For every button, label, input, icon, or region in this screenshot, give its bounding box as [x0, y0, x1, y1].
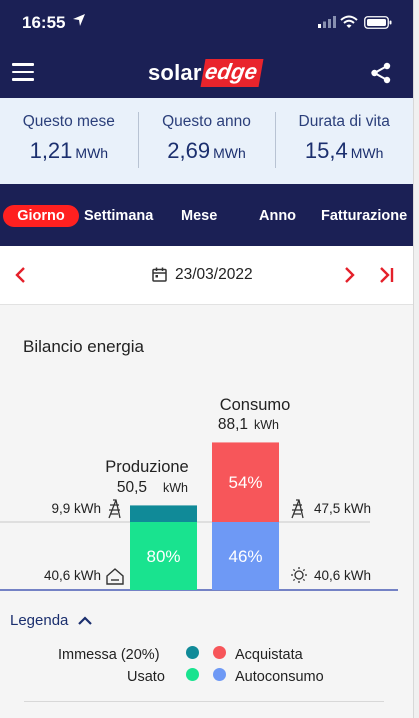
divider — [24, 701, 384, 702]
label-autoconsumo: 40,6 kWh — [314, 568, 371, 583]
window-edge — [413, 0, 419, 718]
calendar-icon — [152, 267, 167, 282]
selected-date[interactable]: 23/03/2022 — [175, 266, 253, 284]
legend-label-usato: Usato — [127, 669, 165, 685]
legend-label-autoconsumo: Autoconsumo — [235, 669, 324, 685]
total-unit-produzione: kWh — [163, 481, 188, 495]
summary-value: 1,21 — [29, 138, 73, 163]
legend-label-acquistata: Acquistata — [235, 647, 303, 663]
menu-button[interactable] — [12, 63, 36, 83]
app-screen: 16:55 solar edge Questo mese 1,21 MWh Qu… — [0, 0, 419, 718]
total-title-consumo: Consumo — [220, 396, 291, 414]
legend-dot-autoconsumo — [213, 668, 226, 681]
section-title: Bilancio energia — [23, 337, 144, 356]
legend-toggle[interactable]: Legenda — [10, 612, 93, 629]
total-unit-consumo: kWh — [254, 418, 279, 432]
percent-label-acquistata: 54% — [228, 473, 262, 492]
share-icon[interactable] — [370, 62, 392, 84]
total-title-produzione: Produzione — [105, 458, 188, 476]
summary-unit: MWh — [350, 145, 384, 161]
label-acquistata: 47,5 kWh — [314, 501, 371, 516]
grid-pylon-icon — [108, 499, 121, 519]
legend-title: Legenda — [10, 612, 69, 629]
location-arrow-icon — [73, 14, 85, 26]
chevron-up-icon — [78, 616, 93, 625]
chevron-left-icon[interactable] — [14, 267, 28, 283]
house-icon — [106, 568, 124, 585]
skip-to-last-icon[interactable] — [378, 267, 396, 283]
sun-icon — [291, 567, 307, 583]
summary-value: 2,69 — [167, 138, 211, 163]
logo-text-solar: solar — [148, 60, 202, 85]
energy-balance-chart: 80% 46% 54% Produzione 50,5 kWh Consumo … — [0, 396, 398, 591]
legend-dot-immessa — [186, 646, 199, 659]
summary-year: Questo anno 2,69 MWh — [137, 98, 276, 184]
bar-produzione-immessa[interactable] — [130, 505, 197, 522]
period-tabs: Giorno Settimana Mese Anno Fatturazione — [0, 184, 413, 246]
summary-label: Durata di vita — [298, 113, 390, 130]
percent-label-autoconsumo: 46% — [228, 547, 262, 566]
status-time: 16:55 — [22, 13, 66, 32]
summary-label: Questo anno — [162, 113, 251, 130]
tab-giorno[interactable]: Giorno — [3, 205, 79, 227]
summary-lifetime: Durata di vita 15,4 MWh — [275, 98, 413, 184]
signal-icon — [318, 16, 336, 28]
hamburger-icon-bar — [12, 70, 34, 73]
tab-settimana[interactable]: Settimana — [84, 205, 153, 227]
legend-label-immessa: Immessa (20%) — [58, 647, 160, 663]
summary-unit: MWh — [75, 145, 109, 161]
summary-label: Questo mese — [22, 113, 115, 130]
battery-icon — [364, 16, 392, 29]
energy-balance-section: Bilancio energia 80% 46% 54% Produzione … — [0, 304, 413, 718]
date-navigation: 23/03/2022 — [0, 246, 413, 304]
chevron-right-icon[interactable] — [342, 267, 356, 283]
total-value-produzione: 50,5 — [117, 479, 147, 496]
tab-mese[interactable]: Mese — [181, 205, 217, 227]
summary-unit: MWh — [213, 145, 246, 161]
tab-fatturazione[interactable]: Fatturazione — [321, 205, 407, 227]
hamburger-icon-bar — [12, 63, 34, 66]
percent-label-usato: 80% — [146, 547, 180, 566]
summary-value: 15,4 — [304, 138, 348, 163]
grid-pylon-icon — [291, 499, 304, 519]
legend-dot-acquistata — [213, 646, 226, 659]
tab-anno[interactable]: Anno — [259, 205, 296, 227]
hamburger-icon-bar — [12, 78, 34, 81]
label-immessa: 9,9 kWh — [51, 501, 101, 516]
total-value-consumo: 88,1 — [218, 416, 248, 433]
energy-summary: Questo mese 1,21 MWh Questo anno 2,69 MWh … — [0, 98, 413, 184]
solaredge-logo: solar edge — [148, 59, 264, 87]
logo-text-edge: edge — [200, 59, 264, 87]
summary-month: Questo mese 1,21 MWh — [0, 98, 138, 184]
legend-dot-usato — [186, 668, 199, 681]
label-usato: 40,6 kWh — [44, 568, 101, 583]
status-bar: 16:55 — [0, 0, 413, 46]
wifi-icon — [340, 15, 358, 28]
